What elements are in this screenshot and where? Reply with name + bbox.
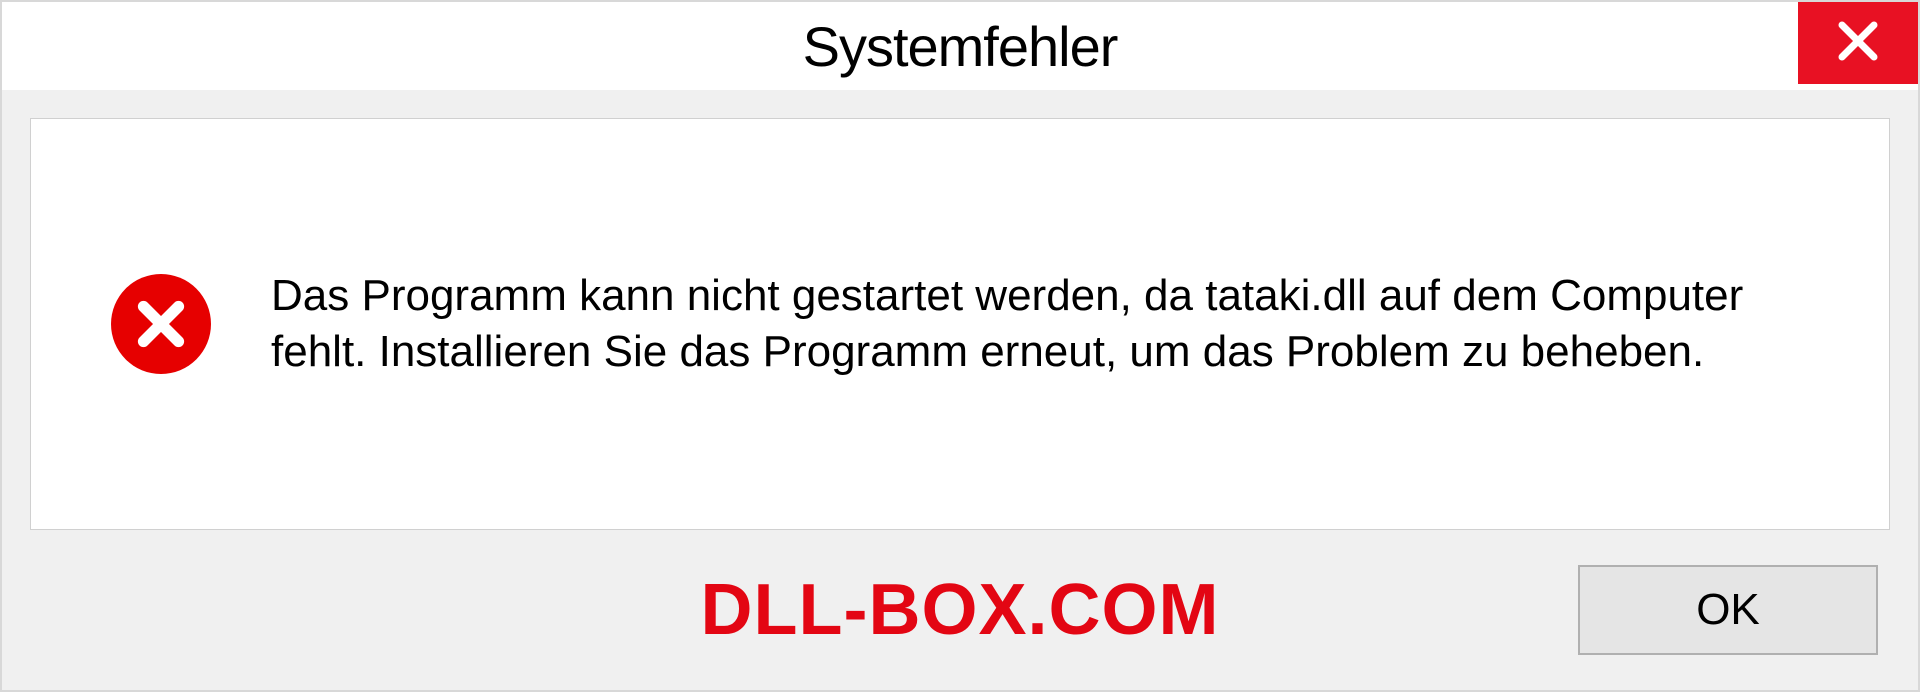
error-dialog: Systemfehler Das Programm kann nicht ges… bbox=[0, 0, 1920, 692]
content-area: Das Programm kann nicht gestartet werden… bbox=[30, 118, 1890, 530]
ok-button[interactable]: OK bbox=[1578, 565, 1878, 655]
close-icon bbox=[1834, 17, 1882, 70]
watermark-text: DLL-BOX.COM bbox=[701, 569, 1220, 651]
titlebar: Systemfehler bbox=[2, 2, 1918, 90]
dialog-title: Systemfehler bbox=[803, 14, 1118, 79]
error-message: Das Programm kann nicht gestartet werden… bbox=[271, 268, 1829, 381]
close-button[interactable] bbox=[1798, 2, 1918, 84]
dialog-footer: DLL-BOX.COM OK bbox=[2, 530, 1918, 690]
error-icon bbox=[111, 274, 211, 374]
